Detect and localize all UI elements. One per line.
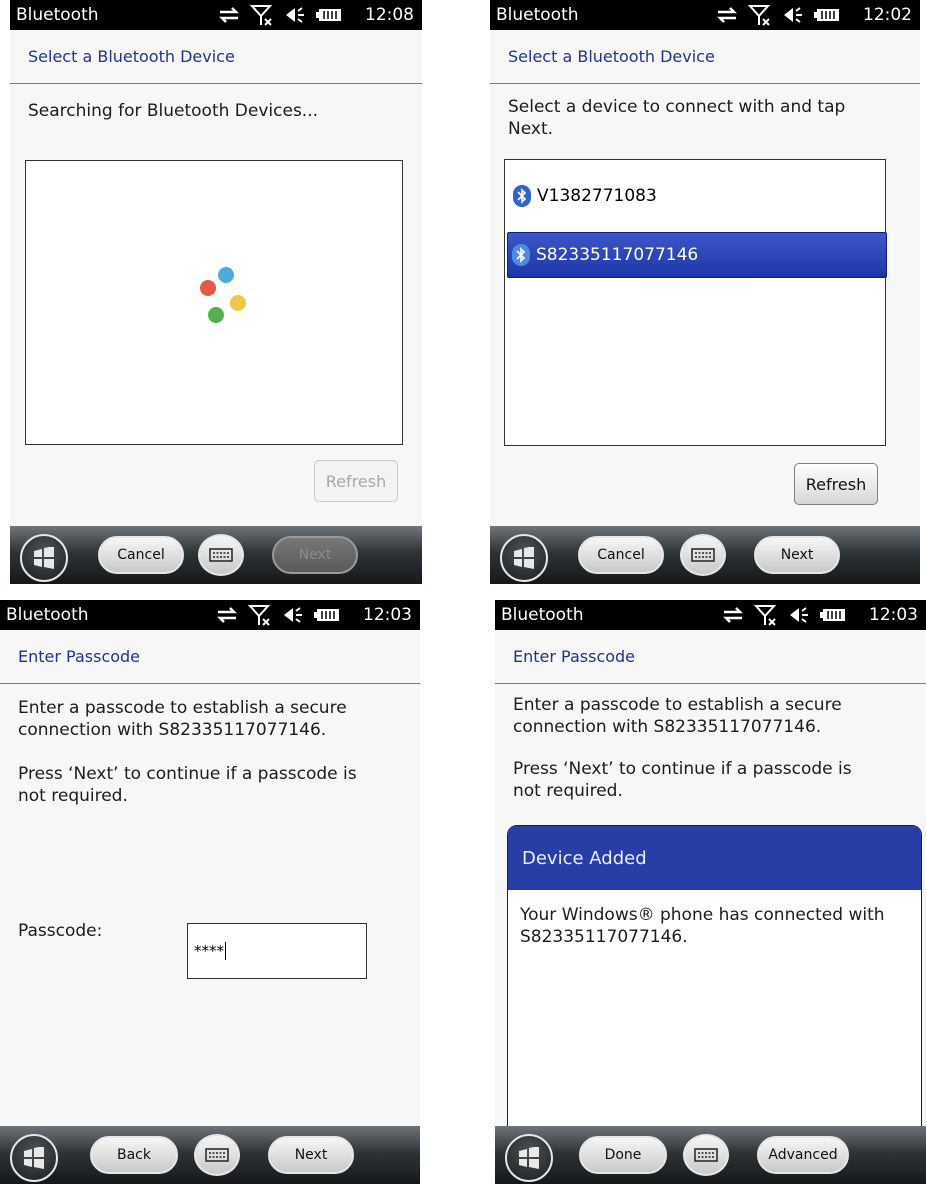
subtitle-bar: Select a Bluetooth Device bbox=[490, 30, 920, 84]
battery-icon bbox=[814, 9, 839, 21]
page-title: Enter Passcode bbox=[513, 647, 636, 666]
status-bar: Bluetooth 12:02 bbox=[490, 0, 920, 30]
status-time: 12:08 bbox=[365, 5, 414, 25]
windows-start-icon bbox=[514, 547, 534, 569]
bluetooth-icon bbox=[512, 244, 530, 266]
done-button[interactable]: Done bbox=[579, 1136, 667, 1174]
windows-start-button[interactable] bbox=[20, 534, 68, 582]
windows-start-button[interactable] bbox=[500, 534, 548, 582]
screen-device-added: Bluetooth 12:03 Enter Passcode Enter a p… bbox=[495, 600, 926, 1184]
keyboard-button[interactable] bbox=[194, 1134, 240, 1176]
status-icons bbox=[218, 3, 342, 27]
next-button[interactable]: Next bbox=[272, 536, 358, 574]
windows-start-icon bbox=[34, 547, 54, 569]
screen-select-device: Bluetooth 12:02 Select a Bluetooth Devic… bbox=[490, 0, 920, 584]
skip-instruction: Press ‘Next’ to continue if a passcode i… bbox=[513, 759, 852, 801]
windows-start-button[interactable] bbox=[10, 1134, 58, 1182]
list-item-selected[interactable]: S82335117077146 bbox=[507, 232, 887, 278]
keyboard-button[interactable] bbox=[683, 1134, 729, 1176]
keyboard-icon bbox=[691, 548, 715, 562]
subtitle-bar: Enter Passcode bbox=[495, 630, 926, 684]
page-title: Select a Bluetooth Device bbox=[508, 47, 715, 66]
sync-arrows-icon bbox=[216, 607, 238, 623]
screen-enter-passcode: Bluetooth 12:03 Enter Passcode Enter a p… bbox=[0, 600, 420, 1184]
passcode-value: **** bbox=[194, 942, 224, 960]
status-bar: Bluetooth 12:03 bbox=[0, 600, 420, 630]
sync-arrows-icon bbox=[218, 7, 240, 23]
passcode-instruction: Enter a passcode to establish a secure c… bbox=[513, 695, 842, 737]
status-icons bbox=[716, 3, 840, 27]
battery-icon bbox=[820, 609, 845, 621]
status-app-title: Bluetooth bbox=[496, 5, 579, 25]
signal-off-icon bbox=[754, 605, 777, 626]
keyboard-button[interactable] bbox=[198, 534, 244, 576]
status-app-title: Bluetooth bbox=[6, 605, 89, 625]
page-title: Select a Bluetooth Device bbox=[28, 47, 235, 66]
signal-off-icon bbox=[248, 605, 271, 626]
keyboard-icon bbox=[694, 1148, 718, 1162]
refresh-button[interactable]: Refresh bbox=[794, 463, 878, 505]
next-button[interactable]: Next bbox=[754, 536, 840, 574]
keyboard-button[interactable] bbox=[680, 534, 726, 576]
status-time: 12:02 bbox=[863, 5, 912, 25]
sync-arrows-icon bbox=[722, 607, 744, 623]
subtitle-bar: Enter Passcode bbox=[0, 630, 420, 684]
status-time: 12:03 bbox=[363, 605, 412, 625]
device-list-box: V1382771083 S82335117077146 bbox=[504, 159, 887, 446]
status-icons bbox=[216, 603, 340, 627]
status-app-title: Bluetooth bbox=[501, 605, 584, 625]
device-name: V1382771083 bbox=[537, 186, 657, 206]
bottom-bar: Done Advanced bbox=[495, 1126, 926, 1184]
skip-instruction: Press ‘Next’ to continue if a passcode i… bbox=[18, 764, 357, 806]
speaker-icon bbox=[284, 607, 302, 623]
refresh-button[interactable]: Refresh bbox=[314, 460, 398, 502]
list-item[interactable]: V1382771083 bbox=[509, 174, 881, 218]
text-cursor bbox=[225, 942, 226, 960]
status-icons bbox=[722, 603, 846, 627]
sync-arrows-icon bbox=[716, 7, 738, 23]
bottom-bar: Cancel Next bbox=[490, 526, 920, 584]
device-added-dialog: Device Added Your Windows® phone has con… bbox=[507, 825, 922, 1134]
status-app-title: Bluetooth bbox=[16, 5, 99, 25]
status-bar: Bluetooth 12:08 bbox=[10, 0, 422, 30]
status-bar: Bluetooth 12:03 bbox=[495, 600, 926, 630]
screen-searching: Bluetooth 12:08 Select a Bluetooth Devic… bbox=[10, 0, 422, 584]
passcode-instruction: Enter a passcode to establish a secure c… bbox=[18, 698, 347, 740]
windows-start-icon bbox=[24, 1147, 44, 1169]
speaker-icon bbox=[790, 607, 808, 623]
speaker-icon bbox=[286, 7, 304, 23]
windows-start-icon bbox=[519, 1147, 539, 1169]
loading-dots-icon bbox=[200, 267, 246, 323]
windows-start-button[interactable] bbox=[505, 1134, 553, 1182]
instruction-text: Select a device to connect with and tap … bbox=[508, 97, 846, 139]
device-list-box bbox=[25, 160, 403, 445]
device-name: S82335117077146 bbox=[536, 245, 699, 265]
subtitle-bar: Select a Bluetooth Device bbox=[10, 30, 422, 84]
keyboard-icon bbox=[209, 548, 233, 562]
status-time: 12:03 bbox=[869, 605, 918, 625]
dialog-title: Device Added bbox=[508, 826, 921, 890]
cancel-button[interactable]: Cancel bbox=[578, 536, 664, 574]
dialog-message: Your Windows® phone has connected with S… bbox=[520, 905, 885, 947]
passcode-input[interactable]: **** bbox=[187, 923, 367, 979]
advanced-button[interactable]: Advanced bbox=[757, 1136, 849, 1174]
bluetooth-icon bbox=[513, 185, 531, 207]
cancel-button[interactable]: Cancel bbox=[98, 536, 184, 574]
battery-icon bbox=[314, 609, 339, 621]
back-button[interactable]: Back bbox=[90, 1136, 178, 1174]
signal-off-icon bbox=[748, 5, 771, 26]
bottom-bar: Back Next bbox=[0, 1126, 420, 1184]
bottom-bar: Cancel Next bbox=[10, 526, 422, 584]
battery-icon bbox=[316, 9, 341, 21]
search-status-text: Searching for Bluetooth Devices... bbox=[28, 101, 319, 121]
speaker-icon bbox=[784, 7, 802, 23]
keyboard-icon bbox=[205, 1148, 229, 1162]
page-title: Enter Passcode bbox=[18, 647, 141, 666]
signal-off-icon bbox=[250, 5, 273, 26]
next-button[interactable]: Next bbox=[268, 1136, 354, 1174]
